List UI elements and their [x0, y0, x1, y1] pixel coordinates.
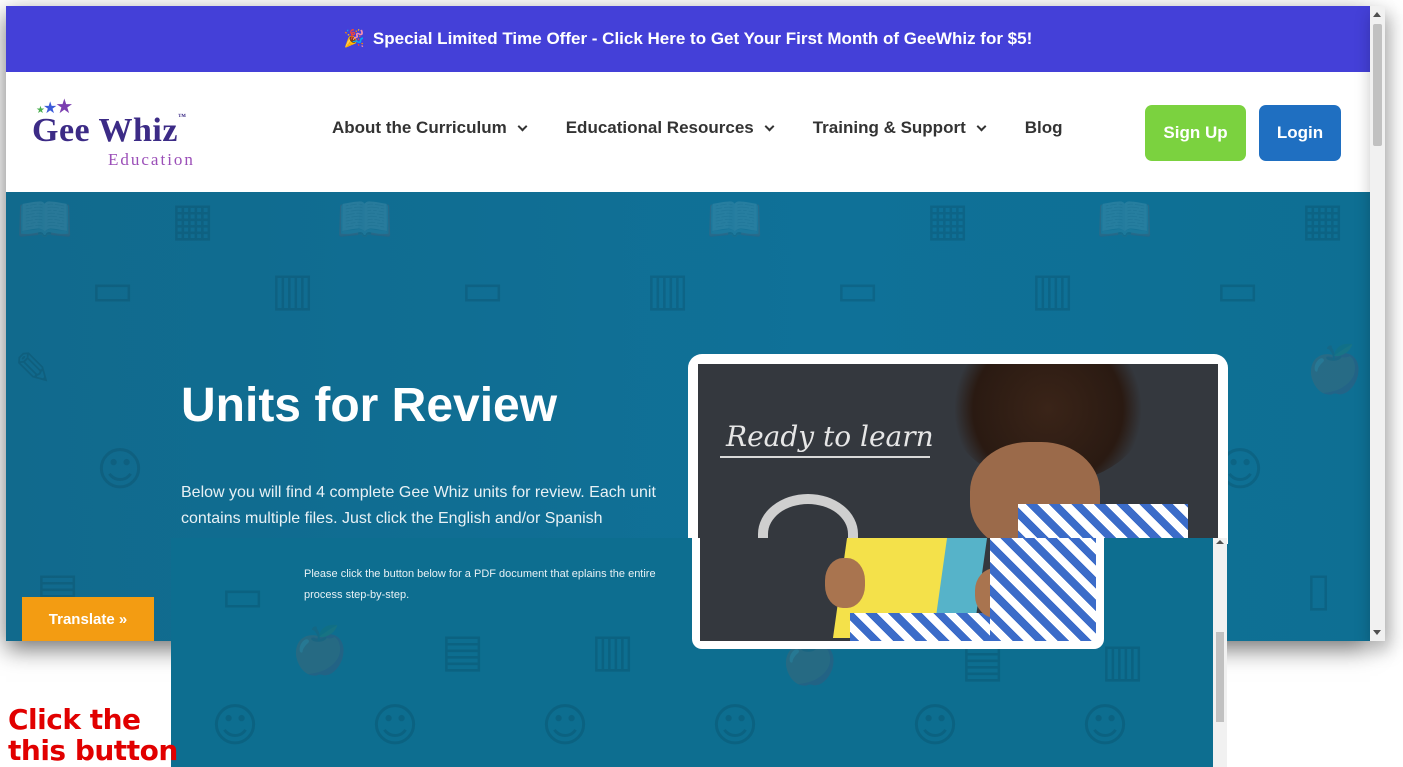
chalkboard-icon: ▭ — [91, 262, 135, 316]
page-title: Units for Review — [181, 379, 558, 432]
second-browser-window: ▭ 🍎 ▤ ▥ 🍎 ▤ ▥ ☺ ☺ ☺ ☺ ☺ ☺ Please click t… — [171, 538, 1213, 767]
logo-name: Gee Whiz — [32, 112, 178, 149]
login-button[interactable]: Login — [1259, 105, 1341, 161]
annotation-callout: Click the this button — [8, 704, 178, 766]
student-icon: ☺ — [541, 698, 589, 752]
gee-whiz-logo[interactable]: ★★★ Gee Whiz™ Education — [28, 94, 238, 174]
hero-description: Below you will find 4 complete Gee Whiz … — [181, 484, 656, 527]
scroll-up-arrow-icon[interactable] — [1373, 12, 1381, 17]
child-book-photo — [700, 538, 1096, 641]
chevron-down-icon — [764, 121, 775, 131]
book-icon: 📖 — [1096, 192, 1154, 246]
second-window-scrollbar[interactable] — [1213, 538, 1227, 767]
abacus-icon: ▦ — [171, 192, 215, 246]
nav-label: Training & Support — [812, 118, 966, 137]
pdf-instructions-text: Please click the button below for a PDF … — [304, 568, 656, 601]
chevron-down-icon — [976, 121, 987, 131]
nav-label: About the Curriculum — [332, 118, 507, 137]
chevron-down-icon — [517, 121, 528, 131]
student-icon: ☺ — [1081, 698, 1129, 752]
promo-text[interactable]: Special Limited Time Offer - Click Here … — [373, 29, 1032, 49]
books-icon: ▥ — [591, 623, 635, 677]
logo-subtitle: Education — [108, 150, 195, 169]
nav-item-educational-resources[interactable]: Educational Resources — [565, 118, 775, 138]
pencil-icon: ✎ — [14, 342, 53, 396]
nav-item-blog[interactable]: Blog — [1025, 118, 1063, 138]
book-icon: 📖 — [706, 192, 764, 246]
nav-label: Blog — [1024, 118, 1063, 137]
plaid-sleeve — [850, 613, 990, 641]
notebook-icon: ▤ — [441, 623, 485, 677]
callout-line-2: this button — [8, 734, 178, 767]
student-icon: ☺ — [211, 698, 259, 752]
nav-label: Educational Resources — [565, 118, 754, 137]
sign-up-button[interactable]: Sign Up — [1145, 105, 1246, 161]
abacus-icon: ▦ — [926, 192, 970, 246]
books-icon: ▥ — [1101, 633, 1145, 687]
nav-item-training-support[interactable]: Training & Support — [812, 118, 987, 138]
nav-item-about-curriculum[interactable]: About the Curriculum — [332, 118, 528, 138]
apple-icon: 🍎 — [291, 623, 349, 677]
translate-button[interactable]: Translate » — [22, 597, 154, 641]
student-icon: ☺ — [96, 442, 144, 496]
chalk-underline — [720, 456, 930, 458]
alarm-clock-icon — [758, 494, 858, 544]
hero-image: Ready to learn — [688, 354, 1228, 544]
child-reading-photo: Ready to learn — [698, 364, 1218, 544]
logo-trademark: ™ — [177, 112, 187, 121]
site-header: ★★★ Gee Whiz™ Education About the Curric… — [6, 72, 1370, 192]
apple-icon: 🍎 — [1306, 342, 1364, 396]
main-nav: About the Curriculum Educational Resourc… — [332, 118, 1103, 138]
student-icon: ☺ — [371, 698, 419, 752]
chalkboard-text: Ready to learn — [726, 420, 934, 453]
child-hand — [825, 558, 865, 608]
callout-line-1: Click the — [8, 703, 141, 736]
chalkboard-icon: ▭ — [1216, 262, 1260, 316]
student-icon: ☺ — [711, 698, 759, 752]
chalkboard-icon: ▭ — [836, 262, 880, 316]
scrollbar-thumb[interactable] — [1216, 632, 1224, 722]
calculator-icon: ▯ — [1306, 562, 1332, 616]
hero-image-lower — [692, 538, 1104, 649]
book-icon: 📖 — [16, 192, 74, 246]
scroll-up-arrow-icon[interactable] — [1216, 540, 1224, 544]
book-icon: 📖 — [336, 192, 394, 246]
chalkboard-icon: ▭ — [221, 568, 265, 622]
abacus-icon: ▦ — [1301, 192, 1345, 246]
party-popper-icon: 🎉 — [343, 29, 365, 48]
scroll-down-arrow-icon[interactable] — [1373, 630, 1381, 635]
chalkboard-icon: ▭ — [461, 262, 505, 316]
scrollbar-thumb[interactable] — [1373, 24, 1382, 146]
promo-banner[interactable]: 🎉 Special Limited Time Offer - Click Her… — [6, 6, 1370, 72]
student-icon: ☺ — [911, 698, 959, 752]
logo-wordmark: Gee Whiz™ — [32, 112, 186, 150]
page-scrollbar[interactable] — [1370, 6, 1385, 641]
bookshelf-icon: ▥ — [646, 262, 690, 316]
bookshelf-icon: ▥ — [271, 262, 315, 316]
plaid-shirt — [990, 538, 1096, 641]
bookshelf-icon: ▥ — [1031, 262, 1075, 316]
